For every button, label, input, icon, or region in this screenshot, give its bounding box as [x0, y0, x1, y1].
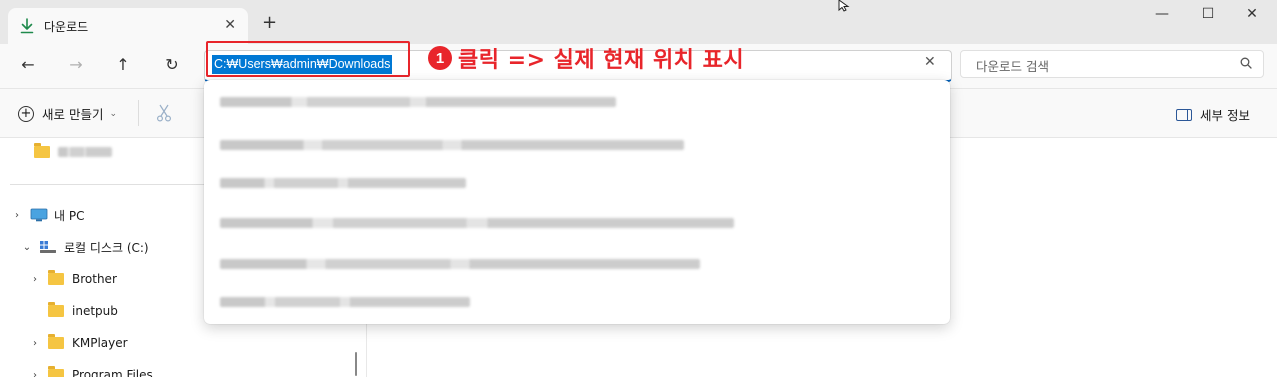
suggestion-item[interactable] [220, 135, 684, 155]
details-pane-button[interactable]: 세부 정보 [1176, 105, 1250, 124]
folder-icon [48, 334, 64, 349]
details-pane-icon [1176, 108, 1192, 121]
folder-icon [48, 270, 64, 285]
toolbar-divider [138, 100, 139, 126]
sidebar-item-local-disk[interactable]: ⌄ 로컬 디스크 (C:) [20, 236, 149, 258]
folder-icon [34, 143, 50, 158]
blurred-suggestion [220, 218, 734, 228]
sidebar-item-label: Brother [72, 272, 117, 286]
search-placeholder: 다운로드 검색 [976, 59, 1049, 74]
tab-downloads[interactable]: 다운로드 ✕ [8, 8, 248, 44]
back-button[interactable]: ← [16, 53, 40, 77]
tab-title: 다운로드 [44, 19, 89, 34]
chevron-down-icon[interactable]: ⌄ [20, 242, 34, 253]
chevron-right-icon[interactable]: › [28, 370, 42, 377]
plus-circle-icon: + [18, 105, 34, 122]
new-button-label: 새로 만들기 [42, 107, 104, 122]
forward-button[interactable]: → [64, 53, 88, 77]
sidebar-item-label: KMPlayer [72, 336, 128, 350]
sidebar-item-blurred[interactable] [34, 141, 112, 163]
suggestion-item[interactable] [220, 292, 470, 312]
close-window-button[interactable]: ✕ [1240, 6, 1264, 26]
details-label: 세부 정보 [1200, 108, 1250, 123]
blurred-suggestion [220, 178, 466, 188]
sidebar-item-brother[interactable]: › Brother [28, 268, 117, 290]
mouse-cursor-icon [838, 0, 850, 12]
tab-close-icon[interactable]: ✕ [224, 17, 236, 33]
sidebar-item-program-files[interactable]: › Program Files [28, 364, 153, 377]
download-icon [20, 18, 34, 34]
blurred-label [58, 147, 112, 157]
drive-icon [40, 241, 56, 253]
minimize-button[interactable]: — [1150, 6, 1174, 26]
blurred-suggestion [220, 97, 616, 107]
sidebar-item-label: 로컬 디스크 (C:) [64, 240, 149, 255]
sidebar-item-inetpub[interactable]: inetpub [28, 300, 118, 322]
sidebar-item-label: inetpub [72, 304, 118, 318]
refresh-button[interactable]: ↻ [160, 53, 184, 77]
blurred-suggestion [220, 297, 470, 307]
folder-icon [48, 302, 64, 317]
address-suggestions-dropdown [204, 80, 950, 324]
maximize-button[interactable]: ☐ [1196, 6, 1220, 26]
sidebar-item-this-pc[interactable]: › 내 PC [10, 204, 84, 226]
sidebar-item-label: 내 PC [54, 208, 85, 223]
address-clear-icon[interactable]: ✕ [924, 54, 936, 70]
folder-icon [48, 366, 64, 377]
annotation-callout: 1 클릭 => 실제 현재 위치 표시 [428, 42, 744, 74]
pc-icon [30, 208, 48, 222]
chevron-right-icon[interactable]: › [10, 210, 24, 221]
suggestion-item[interactable] [220, 254, 700, 274]
sidebar-item-label: Program Files [72, 368, 153, 377]
suggestion-item[interactable] [220, 213, 734, 233]
annotation-text: 클릭 => 실제 현재 위치 표시 [458, 48, 745, 73]
chevron-down-icon: ⌄ [109, 108, 118, 119]
chevron-right-icon[interactable]: › [28, 338, 42, 349]
new-button[interactable]: + 새로 만들기 ⌄ [18, 104, 117, 123]
cut-icon[interactable] [156, 104, 172, 122]
suggestion-item[interactable] [220, 173, 466, 193]
search-icon[interactable] [1240, 57, 1252, 69]
suggestion-item[interactable] [220, 92, 616, 112]
chevron-right-icon[interactable]: › [28, 274, 42, 285]
sidebar-item-kmplayer[interactable]: › KMPlayer [28, 332, 128, 354]
new-tab-button[interactable]: + [262, 12, 277, 33]
blurred-suggestion [220, 259, 700, 269]
blurred-suggestion [220, 140, 684, 150]
up-button[interactable]: ↑ [111, 53, 135, 77]
annotation-highlight-box [206, 41, 410, 77]
sidebar-scrollbar[interactable] [355, 352, 357, 376]
annotation-number: 1 [428, 46, 452, 70]
